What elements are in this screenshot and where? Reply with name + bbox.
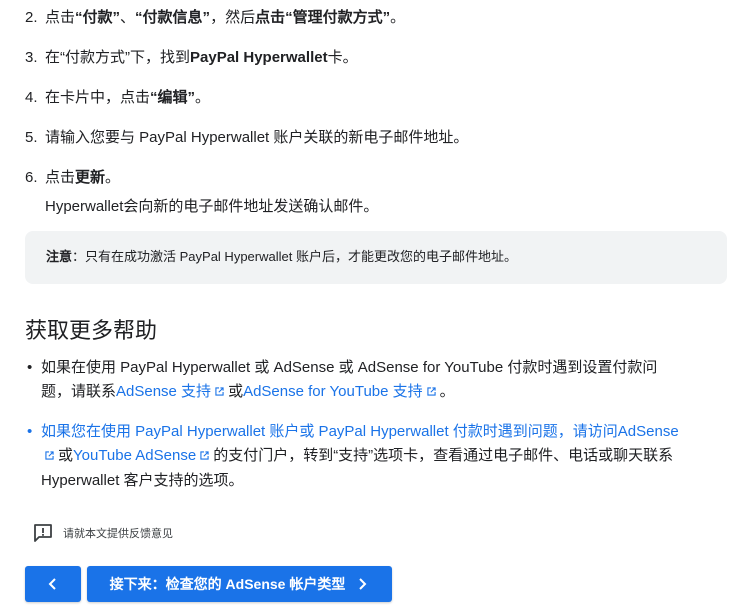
- list-item: • 如果在使用 PayPal Hyperwallet 或 AdSense 或 A…: [25, 356, 725, 404]
- step-number: 5.: [25, 129, 38, 146]
- step-text: ，然后: [210, 9, 256, 26]
- step-number: 2.: [25, 9, 38, 26]
- step-text: 。: [105, 169, 121, 186]
- note-label: 注意: [46, 249, 73, 264]
- item-text: 或: [228, 383, 244, 400]
- chevron-right-icon: [355, 577, 369, 591]
- item-text: 题，请联系: [41, 383, 117, 400]
- step-bold: “付款信息”: [135, 9, 211, 26]
- bullet-dot: •: [27, 423, 33, 440]
- next-button-label: 接下来：检查您的 AdSense 帐户类型: [109, 576, 346, 592]
- link-label: YouTube AdSense: [73, 447, 197, 464]
- item-text: 如果在使用 PayPal Hyperwallet 或 AdSense 或 AdS…: [41, 359, 658, 376]
- step-6: 6. 点击更新。: [25, 167, 120, 189]
- step-text: 。: [390, 9, 406, 26]
- step-bold: 更新: [75, 169, 106, 186]
- previous-button[interactable]: [25, 566, 81, 602]
- step-6-detail: Hyperwallet会向新的电子邮件地址发送确认邮件。: [45, 198, 379, 215]
- step-number: 4.: [25, 89, 38, 106]
- external-link-icon: [44, 445, 55, 469]
- step-bold: “付款”: [75, 9, 121, 26]
- step-4: 4. 在卡片中，点击“编辑”。: [25, 87, 210, 109]
- youtube-adsense-link[interactable]: YouTube AdSense: [73, 447, 213, 464]
- step-text: 请输入您要与 PayPal Hyperwallet 账户关联的新电子邮件地址。: [45, 129, 469, 146]
- step-bold: 点击“管理付款方式”: [255, 9, 391, 26]
- step-bold: PayPal Hyperwallet: [190, 49, 328, 66]
- external-link-icon: [199, 445, 210, 469]
- step-2: 2. 点击“付款”、“付款信息”，然后点击“管理付款方式”。: [25, 7, 405, 29]
- feedback-label: 请就本文提供反馈意见: [63, 528, 173, 540]
- bullet-dot: •: [27, 359, 33, 376]
- external-link-icon: [426, 381, 437, 405]
- step-bold: “编辑”: [150, 89, 196, 106]
- section-heading: 获取更多帮助: [25, 318, 158, 343]
- external-link-icon: [214, 381, 225, 405]
- step-number: 3.: [25, 49, 38, 66]
- step-number: 6.: [25, 169, 38, 186]
- feedback-link[interactable]: 请就本文提供反馈意见: [32, 521, 173, 545]
- step-text: 。: [195, 89, 211, 106]
- link-label: AdSense 支持: [116, 383, 212, 400]
- list-item-text: 如果您在使用 PayPal Hyperwallet 账户或 PayPal Hyp…: [41, 420, 727, 493]
- adsense-youtube-support-link[interactable]: AdSense for YouTube 支持: [243, 383, 440, 400]
- item-text: 的支付门户，转到“支持”选项卡，查看通过电子邮件、电话或聊天联系: [213, 447, 674, 464]
- step-text: 点击: [45, 9, 76, 26]
- step-3: 3. 在“付款方式”下，找到PayPal Hyperwallet卡。: [25, 47, 358, 69]
- step-text: 、: [120, 9, 136, 26]
- feedback-icon: [32, 522, 54, 544]
- step-text: 在卡片中，点击: [45, 89, 151, 106]
- note-text: ：只有在成功激活 PayPal Hyperwallet 账户后，才能更改您的电子…: [72, 249, 517, 264]
- step-5: 5. 请输入您要与 PayPal Hyperwallet 账户关联的新电子邮件地址…: [25, 127, 468, 149]
- step-text: 在“付款方式”下，找到: [45, 49, 190, 66]
- item-text: 或: [58, 447, 74, 464]
- chevron-left-icon: [46, 577, 60, 591]
- list-item-text: 如果在使用 PayPal Hyperwallet 或 AdSense 或 AdS…: [41, 356, 727, 405]
- item-text: 。: [439, 383, 455, 400]
- list-item: • 如果您在使用 PayPal Hyperwallet 账户或 PayPal H…: [25, 420, 725, 492]
- note-box: 注意：只有在成功激活 PayPal Hyperwallet 账户后，才能更改您的…: [25, 231, 727, 284]
- link-label: AdSense for YouTube 支持: [243, 383, 423, 400]
- link-label: 如果您在使用 PayPal Hyperwallet 账户或 PayPal Hyp…: [41, 423, 679, 440]
- next-button[interactable]: 接下来：检查您的 AdSense 帐户类型: [87, 566, 392, 602]
- step-text: 卡。: [327, 49, 358, 66]
- step-text: 点击: [45, 169, 76, 186]
- adsense-support-link[interactable]: AdSense 支持: [116, 383, 228, 400]
- item-text: Hyperwallet 客户支持的选项。: [41, 472, 244, 489]
